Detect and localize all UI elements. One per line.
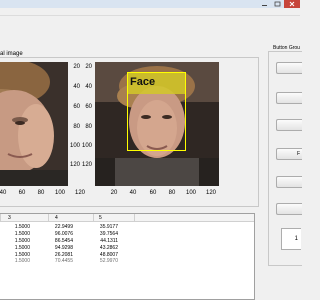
table-header: 3 4 5 — [0, 214, 254, 222]
close-button[interactable] — [284, 0, 300, 8]
detected-x-tick: 100 — [185, 190, 196, 196]
detected-x-tick: 40 — [129, 190, 137, 196]
menu-bar — [0, 8, 300, 16]
column-header[interactable]: 3 — [8, 215, 11, 221]
button-group-title: Button Grou — [272, 45, 301, 51]
original-x-tick: 120 — [74, 190, 85, 196]
detected-y-tick: 120 — [81, 162, 92, 168]
table-cell: 1.5000 — [14, 231, 30, 237]
table-cell: 35.9177 — [99, 224, 118, 230]
image-panel-title: al image — [0, 51, 25, 57]
detected-x-tick: 20 — [110, 190, 118, 196]
table-cell: 96.0076 — [54, 231, 73, 237]
side-button-4[interactable]: F — [276, 148, 302, 160]
table-cell: 70.4455 — [54, 258, 73, 264]
table-cell: 94.9298 — [54, 245, 73, 251]
side-button-3[interactable] — [276, 119, 302, 131]
side-button-6[interactable] — [276, 203, 302, 215]
minimize-button[interactable] — [258, 0, 271, 8]
detected-y-tick: 80 — [85, 124, 92, 130]
table-cell: 52.9970 — [99, 258, 118, 264]
table-cell: 39.7564 — [99, 231, 118, 237]
face-detection-label: Face — [130, 76, 156, 88]
original-image — [0, 62, 68, 186]
original-y-tick: 40 — [73, 84, 80, 90]
side-button-1[interactable] — [276, 62, 302, 74]
detected-y-tick: 40 — [85, 84, 92, 90]
table-cell: 22.9499 — [54, 224, 73, 230]
original-x-tick: 100 — [54, 190, 65, 196]
original-y-tick: 80 — [73, 124, 80, 130]
table-cell: 1.5000 — [14, 224, 30, 230]
features-table: 3 4 5 1.5000 22.9499 35.9177 1.5000 96.0… — [0, 213, 255, 300]
original-y-tick: 120 — [69, 162, 80, 168]
detected-x-tick: 80 — [168, 190, 176, 196]
original-x-tick: 40 — [0, 190, 7, 196]
original-y-tick: 100 — [69, 143, 80, 149]
table-cell: 44.1311 — [100, 238, 118, 244]
result-value-box: 1 — [281, 228, 301, 250]
maximize-button[interactable] — [271, 0, 284, 8]
table-cell: 43.2862 — [99, 245, 118, 251]
detected-y-tick: 20 — [85, 64, 92, 70]
column-header[interactable]: 5 — [99, 215, 102, 221]
original-y-tick: 20 — [73, 64, 80, 70]
table-cell: 86.5454 — [54, 238, 73, 244]
detected-x-tick: 120 — [205, 190, 216, 196]
original-x-tick: 60 — [18, 190, 26, 196]
detected-y-tick: 100 — [81, 143, 92, 149]
side-button-5[interactable] — [276, 176, 302, 188]
table-cell: 1.5000 — [14, 245, 30, 251]
table-cell: 1.5000 — [14, 258, 30, 264]
original-y-tick: 60 — [73, 104, 80, 110]
table-cell: 1.5000 — [14, 238, 30, 244]
title-bar — [0, 0, 300, 8]
original-x-tick: 80 — [37, 190, 45, 196]
column-header[interactable]: 4 — [55, 215, 58, 221]
detected-y-tick: 60 — [85, 104, 92, 110]
detected-x-tick: 60 — [149, 190, 157, 196]
side-button-2[interactable] — [276, 92, 302, 104]
